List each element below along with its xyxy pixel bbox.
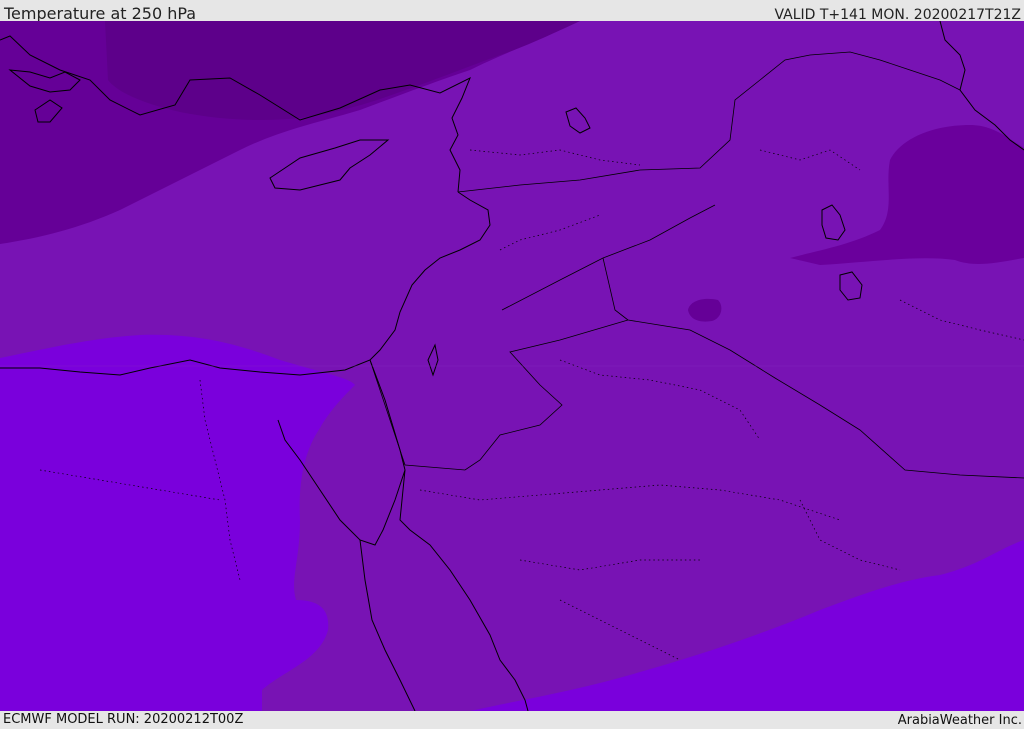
model-run-label: ECMWF MODEL RUN: 20200212T00Z bbox=[3, 712, 244, 727]
credit-label: ArabiaWeather Inc. bbox=[897, 713, 1022, 728]
map-frame: Temperature at 250 hPa VALID T+141 MON. … bbox=[0, 0, 1024, 729]
title-bar: Temperature at 250 hPa VALID T+141 MON. … bbox=[0, 0, 1024, 23]
weather-map bbox=[0, 21, 1024, 711]
footer-bar: ECMWF MODEL RUN: 20200212T00Z ArabiaWeat… bbox=[0, 711, 1024, 729]
